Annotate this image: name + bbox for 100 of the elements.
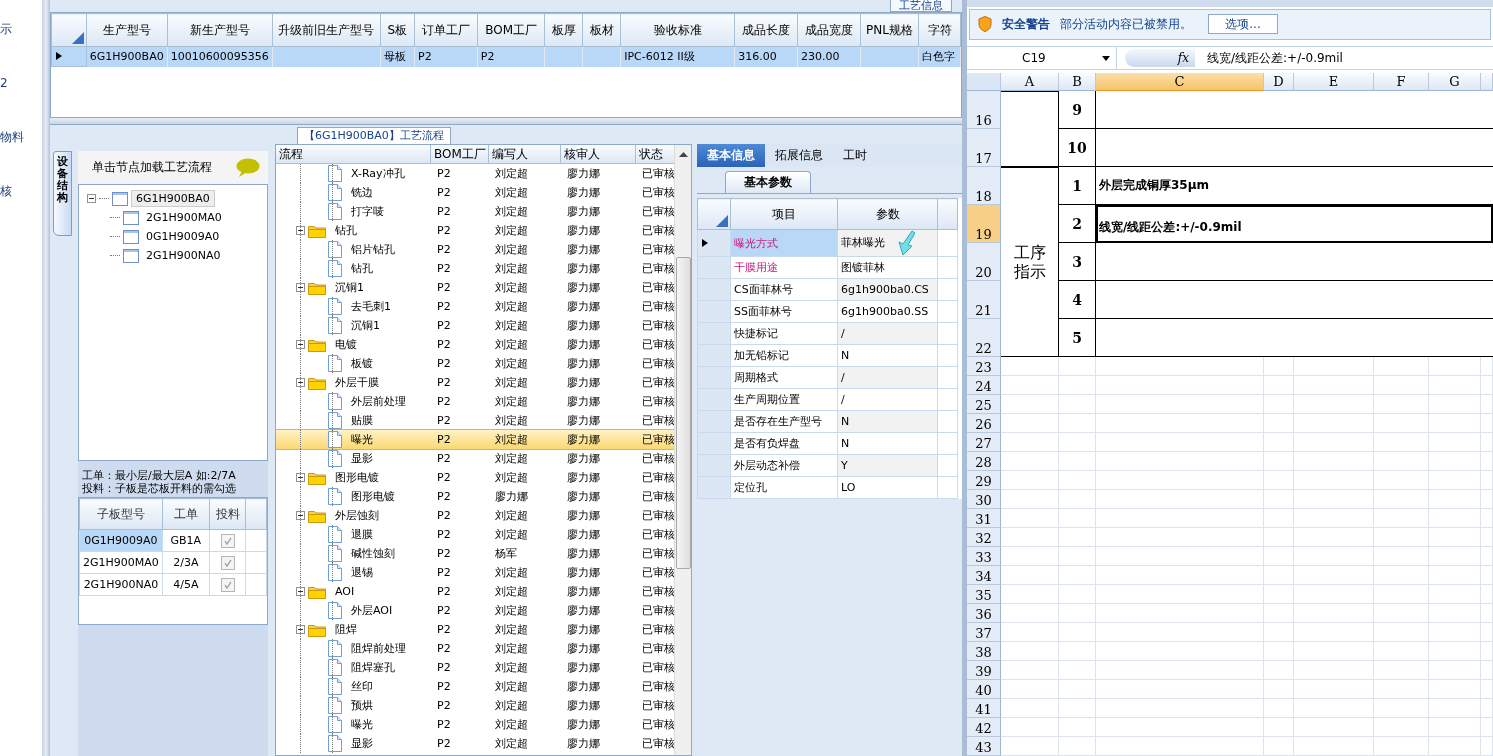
panel-tab[interactable]: 工艺信息 [890, 0, 952, 12]
column-header[interactable]: 流程 [276, 145, 431, 163]
row-header[interactable]: 41 [967, 699, 1001, 718]
table-row[interactable]: 铣边 P2 刘定超 廖力娜 已审核 [276, 183, 675, 202]
options-button[interactable]: 选项... [1208, 14, 1278, 35]
corner-cell[interactable] [51, 13, 87, 47]
row-header[interactable]: 22 [967, 319, 1001, 357]
table-cell[interactable]: 0G1H9009A0 [79, 529, 163, 552]
table-row[interactable]: 退膜 P2 刘定超 廖力娜 已审核 [276, 525, 675, 544]
table-cell[interactable]: 外层动态补偿 [730, 454, 838, 477]
table-row[interactable]: 阻焊 P2 刘定超 廖力娜 已审核 [276, 620, 675, 639]
column-header[interactable] [1481, 73, 1493, 91]
column-header[interactable]: 板材 [582, 13, 621, 47]
column-header[interactable]: 工单 [162, 498, 210, 530]
column-header[interactable]: A [1001, 73, 1059, 91]
table-cell[interactable]: 2G1H900NA0 [79, 573, 163, 596]
column-header[interactable]: 子板型号 [79, 498, 163, 530]
collapse-icon[interactable] [296, 587, 305, 596]
column-header[interactable]: 编写人 [489, 145, 561, 163]
collapse-icon[interactable] [87, 194, 96, 203]
sheet-cell[interactable]: 5 [1059, 319, 1096, 357]
collapse-icon[interactable] [296, 473, 305, 482]
sheet-cell[interactable]: 1 [1059, 167, 1096, 205]
row-header[interactable]: 24 [967, 376, 1001, 395]
column-header[interactable]: D [1264, 73, 1294, 91]
row-header[interactable]: 20 [967, 243, 1001, 281]
formula-field[interactable]: 线宽/线距公差:+/-0.9mil [1195, 49, 1343, 67]
column-header[interactable]: C [1096, 73, 1264, 91]
table-row[interactable]: 板镀 P2 刘定超 廖力娜 已审核 [276, 354, 675, 373]
tab[interactable]: 基本信息 [697, 144, 765, 167]
row-header[interactable]: 19 [967, 205, 1001, 243]
row-header[interactable]: 37 [967, 623, 1001, 642]
table-row[interactable]: 外层干膜 P2 刘定超 廖力娜 已审核 [276, 373, 675, 392]
side-tab[interactable]: 设备结构 [53, 151, 72, 236]
row-header[interactable]: 26 [967, 414, 1001, 433]
row-header[interactable]: 39 [967, 661, 1001, 680]
tree-node[interactable]: 0G1H9009A0 [142, 229, 224, 244]
row-header[interactable]: 34 [967, 566, 1001, 585]
row-header[interactable]: 42 [967, 718, 1001, 737]
sidebar-item[interactable]: 示 [0, 20, 42, 38]
column-header[interactable]: 项目 [730, 198, 838, 230]
table-row[interactable]: 退锡 P2 刘定超 廖力娜 已审核 [276, 563, 675, 582]
table-row[interactable]: 阻焊前处理 P2 刘定超 廖力娜 已审核 [276, 639, 675, 658]
column-header[interactable]: 成品长度 [734, 13, 798, 47]
table-row[interactable]: X-Ray冲孔 P2 刘定超 廖力娜 已审核 [276, 164, 675, 183]
scrollbar[interactable] [674, 145, 691, 755]
checkbox[interactable] [220, 555, 235, 570]
sheet-cell[interactable]: 线宽/线距公差:+/-0.9mil [1096, 205, 1493, 243]
row-header[interactable]: 25 [967, 395, 1001, 414]
collapse-icon[interactable] [296, 378, 305, 387]
row-header[interactable]: 32 [967, 528, 1001, 547]
table-row[interactable]: 曝光 P2 刘定超 廖力娜 已审核 [276, 715, 675, 734]
table-row[interactable]: 碱性蚀刻 P2 杨军 廖力娜 已审核 [276, 544, 675, 563]
column-header[interactable]: 生产型号 [86, 13, 168, 47]
up-arrow-icon[interactable] [678, 151, 688, 157]
table-row[interactable]: 钻孔 P2 刘定超 廖力娜 已审核 [276, 259, 675, 278]
corner-cell[interactable] [697, 198, 731, 230]
collapse-icon[interactable] [296, 511, 305, 520]
column-header[interactable]: B [1059, 73, 1096, 91]
row-header[interactable]: 27 [967, 433, 1001, 452]
sheet-cell[interactable]: 2 [1059, 205, 1096, 243]
sheet-cell[interactable]: 4 [1059, 281, 1096, 319]
sheet-cell[interactable]: 9 [1059, 91, 1096, 129]
insert-function-button[interactable]: fx [1125, 49, 1195, 67]
row-header[interactable]: 28 [967, 452, 1001, 471]
column-header[interactable]: PNL规格 [860, 13, 919, 47]
table-row[interactable]: 去毛刺1 P2 刘定超 廖力娜 已审核 [276, 297, 675, 316]
row-header[interactable]: 33 [967, 547, 1001, 566]
checkbox[interactable] [220, 533, 235, 548]
table-row[interactable]: 图形电镀 P2 刘定超 廖力娜 已审核 [276, 468, 675, 487]
row-header[interactable]: 36 [967, 604, 1001, 623]
sheet-cell[interactable]: 外层完成铜厚35μm [1096, 167, 1493, 205]
column-header[interactable]: F [1374, 73, 1429, 91]
tree-node[interactable]: 2G1H900NA0 [142, 248, 225, 263]
collapse-icon[interactable] [296, 340, 305, 349]
table-row[interactable]: 丝印 P2 刘定超 廖力娜 已审核 [276, 677, 675, 696]
table-row[interactable]: 电镀 P2 刘定超 廖力娜 已审核 [276, 335, 675, 354]
collapse-icon[interactable] [296, 283, 305, 292]
table-cell[interactable]: CS面菲林号 [730, 278, 838, 301]
table-cell[interactable]: 定位孔 [730, 476, 838, 499]
collapse-icon[interactable] [296, 625, 305, 634]
column-header[interactable]: 板厚 [544, 13, 583, 47]
table-row[interactable]: 6G1H900BA0 10010600095356 母板 P2 P2 IPC-6012 II级 316.00 230.00 白色字 [51, 46, 961, 67]
sheet-cell[interactable]: 10 [1059, 129, 1096, 167]
row-header[interactable]: 18 [967, 167, 1001, 205]
select-all-corner[interactable] [967, 73, 1001, 91]
row-header[interactable]: 30 [967, 490, 1001, 509]
table-row[interactable]: AOI P2 刘定超 廖力娜 已审核 [276, 582, 675, 601]
tree-node[interactable]: 6G1H900BA0 [131, 190, 215, 207]
table-cell[interactable]: 是否有负焊盘 [730, 432, 838, 455]
column-header[interactable]: 验收标准 [620, 13, 735, 47]
table-row[interactable]: 外层AOI P2 刘定超 廖力娜 已审核 [276, 601, 675, 620]
collapse-icon[interactable] [296, 226, 305, 235]
row-header[interactable] [51, 46, 87, 67]
table-cell[interactable]: 2G1H900MA0 [79, 551, 163, 574]
table-row[interactable]: 外层前处理 P2 刘定超 廖力娜 已审核 [276, 392, 675, 411]
column-header[interactable]: 参数 [837, 198, 938, 230]
row-header[interactable]: 29 [967, 471, 1001, 490]
column-header[interactable]: BOM工厂 [477, 13, 545, 47]
table-cell[interactable]: 快捷标记 [730, 322, 838, 345]
